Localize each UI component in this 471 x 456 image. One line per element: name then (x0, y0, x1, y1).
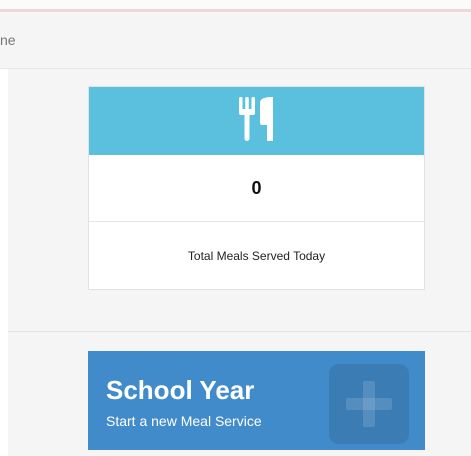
page-header: ne (0, 12, 471, 69)
school-year-button[interactable]: School Year Start a new Meal Service (88, 351, 425, 450)
section-divider (8, 331, 471, 332)
total-meals-card: 0 Total Meals Served Today (88, 86, 425, 290)
meals-card-banner (89, 87, 424, 155)
breadcrumb: ne (0, 32, 16, 48)
plus-icon (329, 364, 409, 444)
utensils-icon (237, 95, 277, 148)
school-year-subtitle: Start a new Meal Service (106, 413, 262, 429)
meals-count-label: Total Meals Served Today (187, 248, 326, 263)
content-left-edge (0, 69, 8, 456)
top-strip (0, 0, 471, 12)
school-year-title: School Year (106, 375, 255, 405)
meals-count: 0 (89, 155, 424, 222)
